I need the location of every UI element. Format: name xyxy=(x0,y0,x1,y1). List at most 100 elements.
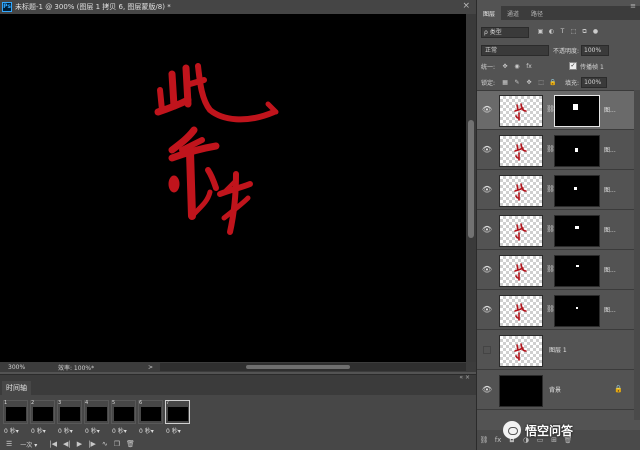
layers-scrollbar[interactable] xyxy=(634,90,640,420)
layer-filter-type-select[interactable]: ρ 类型 xyxy=(481,26,529,38)
eye-icon[interactable]: 👁 xyxy=(481,265,493,275)
duplicate-frame-icon[interactable]: ❐ xyxy=(114,440,120,448)
tab-panel[interactable]: 通道 xyxy=(501,6,525,20)
tab-panel[interactable]: 图层 xyxy=(477,6,502,20)
filter-toggle-icon[interactable]: ● xyxy=(590,28,601,36)
propagate-frame-checkbox[interactable]: ✓ xyxy=(569,62,578,70)
opacity-input[interactable]: 100% xyxy=(581,44,610,56)
frame-delay-select[interactable]: 0 秒▾ xyxy=(58,426,73,435)
convert-frames-icon[interactable]: ☰ xyxy=(6,440,12,448)
layer-mask-thumbnail[interactable] xyxy=(554,255,600,287)
timeline-frame[interactable]: 2 0 秒▾ xyxy=(29,399,56,435)
layer-row[interactable]: 👁 ⛓ 图... xyxy=(477,291,640,330)
tab-timeline[interactable]: 时间轴 xyxy=(2,381,31,395)
frame-delay-select[interactable]: 0 秒▾ xyxy=(4,426,19,435)
timeline-collapse-icon[interactable]: « × xyxy=(459,374,470,381)
layer-thumbnail xyxy=(499,255,543,287)
lock-pixels-icon[interactable]: ✎ xyxy=(511,79,523,86)
canvas[interactable] xyxy=(0,14,466,362)
canvas-horizontal-scroll-thumb[interactable] xyxy=(246,365,350,369)
timeline-frame[interactable]: 4 0 秒▾ xyxy=(83,399,110,435)
zoom-level[interactable]: 300% xyxy=(0,364,30,371)
layer-thumbnail xyxy=(499,375,543,407)
mask-spot xyxy=(576,307,578,309)
canvas-horizontal-scrollbar[interactable] xyxy=(160,363,466,371)
eye-icon[interactable]: 👁 xyxy=(481,105,493,115)
pixel-filter-icon[interactable]: ▣ xyxy=(535,28,546,36)
tab-panel[interactable]: 路径 xyxy=(525,6,549,20)
unify-style-icon[interactable]: fx xyxy=(523,63,535,70)
adjustment-filter-icon[interactable]: ◐ xyxy=(546,28,557,36)
lock-all-icon[interactable]: 🔒 xyxy=(547,79,559,86)
layer-mask-thumbnail[interactable] xyxy=(554,295,600,327)
eye-icon[interactable]: 👁 xyxy=(481,305,493,315)
layer-name: 图... xyxy=(604,107,616,114)
lock-artboard-icon[interactable]: ⬚ xyxy=(535,79,547,86)
eye-icon[interactable]: 👁 xyxy=(481,385,493,395)
close-document-icon[interactable]: × xyxy=(462,1,470,12)
previous-frame-icon[interactable]: ◀| xyxy=(63,440,71,448)
frame-number: 5 xyxy=(112,400,116,406)
frame-delay-select[interactable]: 0 秒▾ xyxy=(112,426,127,435)
frame-number: 6 xyxy=(139,400,143,406)
layer-row[interactable]: 👁 ⛓ 图... xyxy=(477,211,640,250)
layer-row[interactable]: 👁 ⛓ 图... xyxy=(477,251,640,290)
delete-frame-icon[interactable]: 🗑 xyxy=(126,440,135,448)
layer-row[interactable]: 图层 1 xyxy=(477,331,640,370)
timeline-frame[interactable]: 7 0 秒▾ xyxy=(164,399,191,435)
calligraphy-artwork xyxy=(154,63,279,235)
frame-thumbnail xyxy=(87,407,107,421)
canvas-vertical-scroll-thumb[interactable] xyxy=(468,120,474,238)
layer-mask-thumbnail[interactable] xyxy=(554,175,600,207)
unify-visibility-icon[interactable]: ◉ xyxy=(511,63,523,70)
frame-delay-select[interactable]: 0 秒▾ xyxy=(166,426,181,435)
smart-object-filter-icon[interactable]: ⧉ xyxy=(579,28,590,36)
loop-options-select[interactable]: 一次 ▾ xyxy=(20,440,37,449)
play-icon[interactable]: ▶ xyxy=(77,440,82,448)
blend-mode-select[interactable]: 正常 xyxy=(481,44,549,56)
frame-delay-select[interactable]: 0 秒▾ xyxy=(31,426,46,435)
efficiency-readout: 效率: 100%* xyxy=(58,364,95,372)
lock-transparency-icon[interactable]: ▦ xyxy=(499,79,511,86)
frame-delay-select[interactable]: 0 秒▾ xyxy=(85,426,100,435)
lock-position-icon[interactable]: ✥ xyxy=(523,79,535,86)
layer-row[interactable]: 👁 ⛓ 图... xyxy=(477,91,640,130)
lock-icon: 🔒 xyxy=(614,385,623,393)
timeline-frame[interactable]: 3 0 秒▾ xyxy=(56,399,83,435)
next-frame-icon[interactable]: |▶ xyxy=(88,440,96,448)
timeline-frame[interactable]: 5 0 秒▾ xyxy=(110,399,137,435)
timeline-frame[interactable]: 1 0 秒▾ xyxy=(2,399,29,435)
canvas-vertical-scrollbar[interactable] xyxy=(466,14,476,362)
unify-row: 统一: ✥ ◉ fx ✓ 传播帧 1 xyxy=(481,60,637,72)
fill-input[interactable]: 100% xyxy=(581,76,608,88)
visibility-toggle[interactable] xyxy=(483,346,491,354)
type-filter-icon[interactable]: T xyxy=(557,28,568,36)
panel-menu-icon[interactable]: ≡ xyxy=(630,2,636,10)
layer-name: 背景 xyxy=(549,387,562,394)
layer-mask-thumbnail[interactable] xyxy=(554,215,600,247)
tween-icon[interactable]: ∿ xyxy=(102,440,108,448)
eye-icon[interactable]: 👁 xyxy=(481,145,493,155)
frame-thumbnail xyxy=(141,407,161,421)
layer-row[interactable]: 👁 ⛓ 图... xyxy=(477,171,640,210)
unify-position-icon[interactable]: ✥ xyxy=(499,63,511,70)
frame-thumbnail xyxy=(168,407,188,421)
unify-label: 统一: xyxy=(481,63,496,71)
document-tab[interactable]: Ps 未标题-1 @ 300% (图层 1 拷贝 6, 图层蒙版/8) * × xyxy=(0,0,476,14)
status-menu-arrow-icon[interactable]: > xyxy=(148,364,153,371)
eye-icon[interactable]: 👁 xyxy=(481,225,493,235)
layer-mask-thumbnail[interactable] xyxy=(554,135,600,167)
shape-filter-icon[interactable]: ⬚ xyxy=(568,28,579,36)
layer-row[interactable]: 👁 背景 🔒 xyxy=(477,371,640,410)
layer-row[interactable]: 👁 ⛓ 图... xyxy=(477,131,640,170)
layer-mask-thumbnail[interactable] xyxy=(554,95,600,127)
mask-spot xyxy=(576,265,579,267)
eye-icon[interactable]: 👁 xyxy=(481,185,493,195)
mask-spot xyxy=(575,148,578,152)
watermark: 悟空问答 xyxy=(503,420,573,440)
frame-delay-select[interactable]: 0 秒▾ xyxy=(139,426,154,435)
link-layers-icon[interactable]: ⛓ xyxy=(477,436,491,444)
layer-thumbnail xyxy=(499,95,543,127)
timeline-frame[interactable]: 6 0 秒▾ xyxy=(137,399,164,435)
first-frame-icon[interactable]: |◀ xyxy=(49,440,57,448)
